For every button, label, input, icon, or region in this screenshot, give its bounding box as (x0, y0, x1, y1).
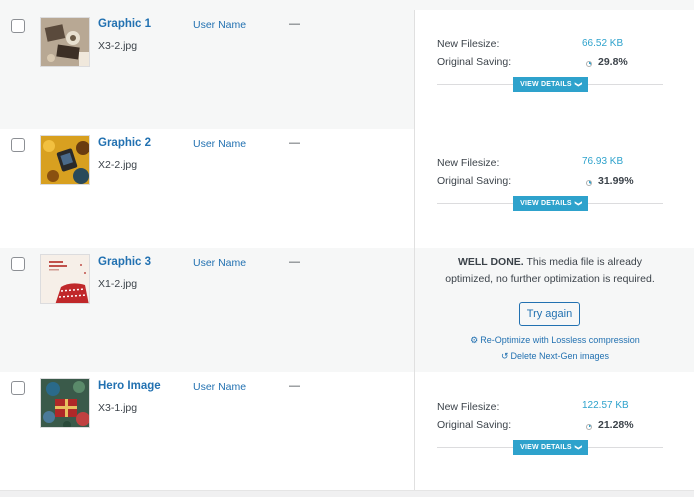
undo-icon: ↺ (500, 351, 509, 361)
row-checkbox[interactable] (11, 138, 25, 152)
new-filesize-value: 122.57 KB (582, 400, 629, 411)
delete-nextgen-label: Delete Next-Gen images (510, 351, 610, 361)
reoptimize-label: Re-Optimize with Lossless compression (480, 335, 640, 345)
author-link[interactable]: User Name (193, 381, 246, 393)
view-details-label: VIEW DETAILS (520, 81, 572, 88)
media-filename: X2-2.jpg (98, 159, 138, 171)
media-filename: X3-2.jpg (98, 40, 138, 52)
row-checkbox[interactable] (11, 19, 25, 33)
media-filename: X3-1.jpg (98, 402, 138, 414)
saving-pie-icon (586, 424, 592, 430)
delete-nextgen-link[interactable]: ↺ Delete Next-Gen images (415, 351, 694, 362)
optimization-panel: New Filesize: 76.93 KB Original Saving: … (414, 129, 694, 248)
saving-pie-icon (586, 61, 592, 67)
saving-pie-icon (586, 180, 592, 186)
new-filesize-value: 66.52 KB (582, 38, 624, 49)
media-title-link[interactable]: Hero Image (98, 380, 161, 392)
row-checkbox[interactable] (11, 257, 25, 271)
view-details-button[interactable]: VIEW DETAILS ❯ (513, 196, 588, 211)
original-saving-label: Original Saving: (437, 419, 512, 431)
table-row: Hero Image X3-1.jpg User Name — New File… (0, 372, 694, 490)
optimized-message: WELL DONE. This media file is already op… (437, 254, 663, 287)
author-link[interactable]: User Name (193, 19, 246, 31)
media-title-link[interactable]: Graphic 1 (98, 18, 151, 30)
empty-cell-dash: — (289, 256, 300, 268)
reoptimize-link[interactable]: ⚙ Re-Optimize with Lossless compression (415, 335, 694, 346)
table-row: Graphic 3 X1-2.jpg User Name — WELL DONE… (0, 248, 694, 372)
chevron-down-icon: ❯ (574, 81, 582, 88)
thumbnail-image[interactable] (40, 135, 90, 185)
empty-cell-dash: — (289, 137, 300, 149)
table-footer-edge (0, 490, 694, 497)
view-details-label: VIEW DETAILS (520, 444, 572, 451)
thumbnail-image[interactable] (40, 17, 90, 67)
original-saving-value: 31.99% (598, 175, 634, 187)
media-title-link[interactable]: Graphic 3 (98, 256, 151, 268)
original-saving-value: 29.8% (598, 56, 628, 68)
chevron-down-icon: ❯ (574, 200, 582, 207)
optimization-panel: New Filesize: 66.52 KB Original Saving: … (414, 10, 694, 129)
thumbnail-image[interactable] (40, 378, 90, 428)
optimization-panel: New Filesize: 122.57 KB Original Saving:… (414, 372, 694, 490)
empty-cell-dash: — (289, 380, 300, 392)
gear-icon: ⚙ (470, 335, 479, 345)
view-details-button[interactable]: VIEW DETAILS ❯ (513, 77, 588, 92)
new-filesize-label: New Filesize: (437, 401, 500, 413)
optimized-message-bold: WELL DONE. (457, 256, 524, 268)
empty-cell-dash: — (289, 18, 300, 30)
optimization-panel: WELL DONE. This media file is already op… (414, 248, 694, 372)
new-filesize-label: New Filesize: (437, 157, 500, 169)
original-saving-label: Original Saving: (437, 56, 512, 68)
original-saving-value: 21.28% (598, 419, 634, 431)
chevron-down-icon: ❯ (574, 444, 582, 451)
view-details-label: VIEW DETAILS (520, 200, 572, 207)
try-again-button[interactable]: Try again (519, 302, 580, 326)
media-filename: X1-2.jpg (98, 278, 138, 290)
original-saving-label: Original Saving: (437, 175, 512, 187)
table-row: Graphic 2 X2-2.jpg User Name — New Files… (0, 129, 694, 248)
view-details-button[interactable]: VIEW DETAILS ❯ (513, 440, 588, 455)
new-filesize-value: 76.93 KB (582, 156, 624, 167)
row-checkbox[interactable] (11, 381, 25, 395)
table-row: Graphic 1 X3-2.jpg User Name — New Files… (0, 0, 694, 129)
new-filesize-label: New Filesize: (437, 38, 500, 50)
author-link[interactable]: User Name (193, 138, 246, 150)
media-title-link[interactable]: Graphic 2 (98, 137, 151, 149)
thumbnail-image[interactable] (40, 254, 90, 304)
author-link[interactable]: User Name (193, 257, 246, 269)
